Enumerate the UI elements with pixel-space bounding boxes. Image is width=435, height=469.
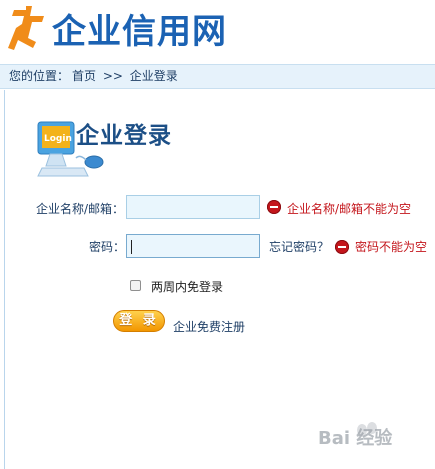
password-error-text: 密码不能为空 [355, 240, 428, 254]
breadcrumb-home-link[interactable]: 首页 [72, 69, 96, 83]
page-title: 企业登录 [76, 122, 172, 149]
site-header: 企业信用网 [0, 0, 435, 64]
logo-icon [8, 6, 44, 50]
breadcrumb: 您的位置： 首页 >> 企业登录 [0, 64, 435, 89]
error-icon [267, 200, 281, 214]
remember-label[interactable]: 两周内免登录 [151, 278, 223, 295]
text-caret [131, 240, 132, 254]
account-input[interactable] [126, 195, 260, 219]
content-border [4, 90, 5, 469]
remember-checkbox[interactable] [130, 280, 141, 291]
watermark-text: Bai 经验 [318, 428, 393, 449]
forgot-password-link[interactable]: 忘记密码？ [269, 238, 329, 255]
password-label: 密码： [89, 240, 126, 254]
breadcrumb-current: 企业登录 [129, 69, 178, 83]
account-label: 企业名称/邮箱： [36, 202, 125, 216]
login-screen-text: Login [44, 134, 72, 144]
account-error-text: 企业名称/邮箱不能为空 [287, 202, 412, 216]
breadcrumb-prefix: 您的位置： [9, 69, 70, 83]
site-name[interactable]: 企业信用网 [52, 12, 227, 52]
password-input[interactable] [126, 234, 260, 258]
register-link[interactable]: 企业免费注册 [173, 318, 245, 335]
breadcrumb-separator: >> [102, 69, 123, 83]
login-button[interactable]: 登 录 [113, 310, 165, 332]
error-icon [335, 240, 349, 254]
